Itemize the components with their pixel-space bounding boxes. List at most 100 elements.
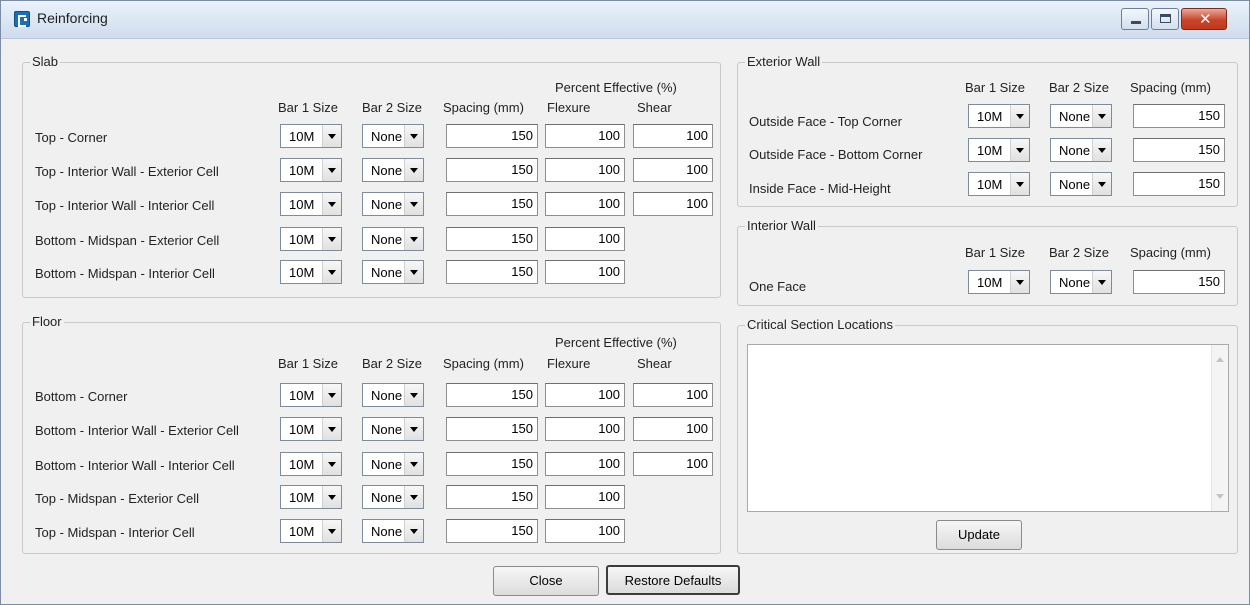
select-value: 10M [289, 265, 315, 280]
floor-shear-input[interactable]: 100 [633, 452, 713, 476]
interior-wall-row-label: One Face [749, 279, 807, 294]
slab-flexure-input[interactable]: 100 [545, 192, 625, 216]
exterior-wall-spacing-input[interactable]: 150 [1133, 138, 1225, 162]
floor-bar1-select[interactable]: 10M [280, 485, 342, 509]
floor-spacing-header: Spacing (mm) [443, 356, 524, 371]
chevron-down-icon [1010, 139, 1029, 161]
slab-row-label: Bottom - Midspan - Interior Cell [35, 266, 215, 281]
close-window-button[interactable]: ✕ [1181, 8, 1227, 30]
critical-section-textarea[interactable] [747, 344, 1229, 512]
interior-wall-bar1-select[interactable]: 10M [968, 270, 1030, 294]
floor-bar2-select[interactable]: None [362, 485, 424, 509]
slab-bar2-select[interactable]: None [362, 124, 424, 148]
exterior-wall-bar1-select[interactable]: 10M [968, 138, 1030, 162]
floor-row-label: Bottom - Interior Wall - Exterior Cell [35, 423, 239, 438]
slab-flexure-input[interactable]: 100 [545, 260, 625, 284]
slab-shear-input[interactable]: 100 [633, 192, 713, 216]
floor-bar1-select[interactable]: 10M [280, 519, 342, 543]
interior-wall-spacing-input[interactable]: 150 [1133, 270, 1225, 294]
floor-shear-input[interactable]: 100 [633, 383, 713, 407]
slab-flexure-input[interactable]: 100 [545, 124, 625, 148]
slab-bar2-select[interactable]: None [362, 260, 424, 284]
scroll-down-icon[interactable] [1216, 494, 1224, 499]
exterior-wall-bar2-select[interactable]: None [1050, 138, 1112, 162]
floor-spacing-input[interactable]: 150 [446, 519, 538, 543]
slab-bar2-select[interactable]: None [362, 158, 424, 182]
slab-bar1-header: Bar 1 Size [278, 100, 338, 115]
slab-bar2-select[interactable]: None [362, 227, 424, 251]
slab-spacing-input[interactable]: 150 [446, 158, 538, 182]
interior-wall-bar2-header: Bar 2 Size [1049, 245, 1109, 260]
slab-spacing-input[interactable]: 150 [446, 227, 538, 251]
exterior-wall-spacing-input[interactable]: 150 [1133, 172, 1225, 196]
select-value: None [1059, 177, 1091, 192]
floor-spacing-input[interactable]: 150 [446, 452, 538, 476]
floor-flexure-input[interactable]: 100 [545, 417, 625, 441]
exterior-wall-spacing-input[interactable]: 150 [1133, 104, 1225, 128]
floor-bar1-select[interactable]: 10M [280, 417, 342, 441]
slab-bar2-select[interactable]: None [362, 192, 424, 216]
critical-section-group-title: Critical Section Locations [745, 317, 895, 332]
restore-defaults-button[interactable]: Restore Defaults [606, 565, 740, 595]
select-value: 10M [289, 232, 315, 247]
exterior-wall-bar1-select[interactable]: 10M [968, 104, 1030, 128]
slab-flexure-input[interactable]: 100 [545, 158, 625, 182]
floor-flexure-input[interactable]: 100 [545, 452, 625, 476]
slab-spacing-input[interactable]: 150 [446, 192, 538, 216]
chevron-down-icon [322, 193, 341, 215]
floor-shear-input[interactable]: 100 [633, 417, 713, 441]
close-button[interactable]: Close [493, 566, 599, 596]
floor-flexure-input[interactable]: 100 [545, 383, 625, 407]
exterior-wall-bar1-select[interactable]: 10M [968, 172, 1030, 196]
slab-group-title: Slab [30, 54, 61, 69]
slab-flexure-input[interactable]: 100 [545, 227, 625, 251]
update-button[interactable]: Update [936, 520, 1022, 550]
floor-bar1-select[interactable]: 10M [280, 383, 342, 407]
chevron-down-icon [404, 228, 423, 250]
reinforcing-dialog: Reinforcing ✕ Slab Percent Effective (%)… [0, 0, 1250, 605]
floor-spacing-input[interactable]: 150 [446, 383, 538, 407]
slab-spacing-input[interactable]: 150 [446, 124, 538, 148]
slab-row-label: Top - Interior Wall - Exterior Cell [35, 164, 219, 179]
select-value: None [371, 232, 403, 247]
slab-bar1-select[interactable]: 10M [280, 227, 342, 251]
interior-wall-bar1-header: Bar 1 Size [965, 245, 1025, 260]
floor-row-label: Bottom - Corner [35, 389, 128, 404]
maximize-button[interactable] [1151, 8, 1179, 30]
slab-bar1-select[interactable]: 10M [280, 260, 342, 284]
floor-flexure-input[interactable]: 100 [545, 485, 625, 509]
slab-bar1-select[interactable]: 10M [280, 158, 342, 182]
floor-bar2-select[interactable]: None [362, 452, 424, 476]
vertical-scrollbar[interactable] [1211, 345, 1228, 511]
select-value: 10M [289, 524, 315, 539]
exterior-wall-bar1-header: Bar 1 Size [965, 80, 1025, 95]
floor-bar2-select[interactable]: None [362, 417, 424, 441]
slab-bar2-header: Bar 2 Size [362, 100, 422, 115]
floor-spacing-input[interactable]: 150 [446, 485, 538, 509]
scroll-up-icon[interactable] [1216, 357, 1224, 362]
slab-shear-input[interactable]: 100 [633, 124, 713, 148]
slab-bar1-select[interactable]: 10M [280, 192, 342, 216]
interior-wall-bar2-select[interactable]: None [1050, 270, 1112, 294]
slab-bar1-select[interactable]: 10M [280, 124, 342, 148]
select-value: 10M [289, 422, 315, 437]
slab-shear-input[interactable]: 100 [633, 158, 713, 182]
floor-flexure-input[interactable]: 100 [545, 519, 625, 543]
chevron-down-icon [404, 418, 423, 440]
minimize-icon [1131, 21, 1141, 24]
maximize-icon [1160, 14, 1171, 23]
chevron-down-icon [1092, 173, 1111, 195]
floor-bar1-select[interactable]: 10M [280, 452, 342, 476]
slab-spacing-input[interactable]: 150 [446, 260, 538, 284]
select-value: None [371, 422, 403, 437]
chevron-down-icon [404, 520, 423, 542]
floor-bar2-select[interactable]: None [362, 519, 424, 543]
chevron-down-icon [322, 228, 341, 250]
select-value: 10M [289, 163, 315, 178]
floor-bar2-select[interactable]: None [362, 383, 424, 407]
floor-spacing-input[interactable]: 150 [446, 417, 538, 441]
exterior-wall-bar2-select[interactable]: None [1050, 104, 1112, 128]
minimize-button[interactable] [1121, 8, 1149, 30]
exterior-wall-bar2-select[interactable]: None [1050, 172, 1112, 196]
select-value: None [371, 129, 403, 144]
